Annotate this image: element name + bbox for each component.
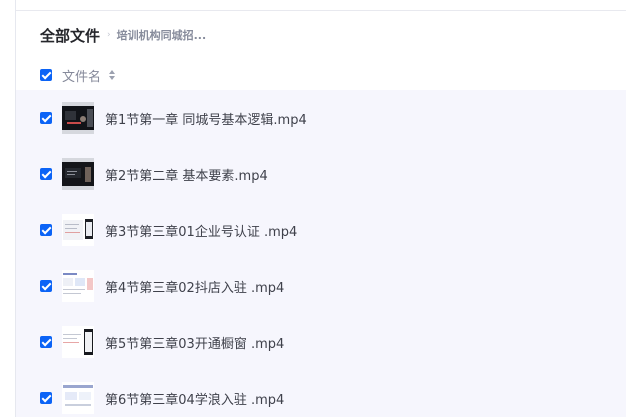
breadcrumb-separator-icon: › bbox=[107, 30, 111, 40]
file-name[interactable]: 第1节第一章 同城号基本逻辑.mp4 bbox=[105, 109, 307, 128]
row-checkbox[interactable] bbox=[40, 392, 52, 404]
breadcrumb-root[interactable]: 全部文件 bbox=[40, 25, 100, 46]
filename-column-header[interactable]: 文件名 bbox=[62, 66, 101, 85]
row-checkbox[interactable] bbox=[40, 280, 52, 292]
row-checkbox[interactable] bbox=[40, 336, 52, 348]
file-row[interactable]: 第1节第一章 同城号基本逻辑.mp4 bbox=[16, 90, 626, 146]
video-thumbnail[interactable] bbox=[62, 214, 94, 246]
file-row[interactable]: 第6节第三章04学浪入驻 .mp4 bbox=[16, 370, 626, 417]
file-row[interactable]: 第5节第三章03开通橱窗 .mp4 bbox=[16, 314, 626, 370]
video-thumbnail[interactable] bbox=[62, 158, 94, 190]
file-name[interactable]: 第4节第三章02抖店入驻 .mp4 bbox=[105, 277, 284, 296]
file-name[interactable]: 第2节第二章 基本要素.mp4 bbox=[105, 165, 268, 184]
row-checkbox[interactable] bbox=[40, 112, 52, 124]
file-row[interactable]: 第3节第三章01企业号认证 .mp4 bbox=[16, 202, 626, 258]
file-row[interactable]: 第2节第二章 基本要素.mp4 bbox=[16, 146, 626, 202]
video-thumbnail[interactable] bbox=[62, 270, 94, 302]
row-checkbox[interactable] bbox=[40, 224, 52, 236]
select-all-checkbox[interactable] bbox=[40, 69, 52, 81]
file-row[interactable]: 第4节第三章02抖店入驻 .mp4 bbox=[16, 258, 626, 314]
video-thumbnail[interactable] bbox=[62, 382, 94, 414]
breadcrumb-current-folder[interactable]: 培训机构同城招... bbox=[117, 27, 207, 43]
sort-icon[interactable] bbox=[108, 69, 116, 81]
file-name[interactable]: 第6节第三章04学浪入驻 .mp4 bbox=[105, 389, 284, 408]
video-thumbnail[interactable] bbox=[62, 326, 94, 358]
top-divider bbox=[16, 10, 626, 11]
file-name[interactable]: 第5节第三章03开通橱窗 .mp4 bbox=[105, 333, 284, 352]
video-thumbnail[interactable] bbox=[62, 102, 94, 134]
breadcrumb: 全部文件 › 培训机构同城招... bbox=[40, 25, 206, 45]
row-checkbox[interactable] bbox=[40, 168, 52, 180]
file-browser: 全部文件 › 培训机构同城招... 文件名 第1节第一章 同城号基本逻辑.mp4 bbox=[0, 0, 626, 417]
file-name[interactable]: 第3节第三章01企业号认证 .mp4 bbox=[105, 221, 297, 240]
